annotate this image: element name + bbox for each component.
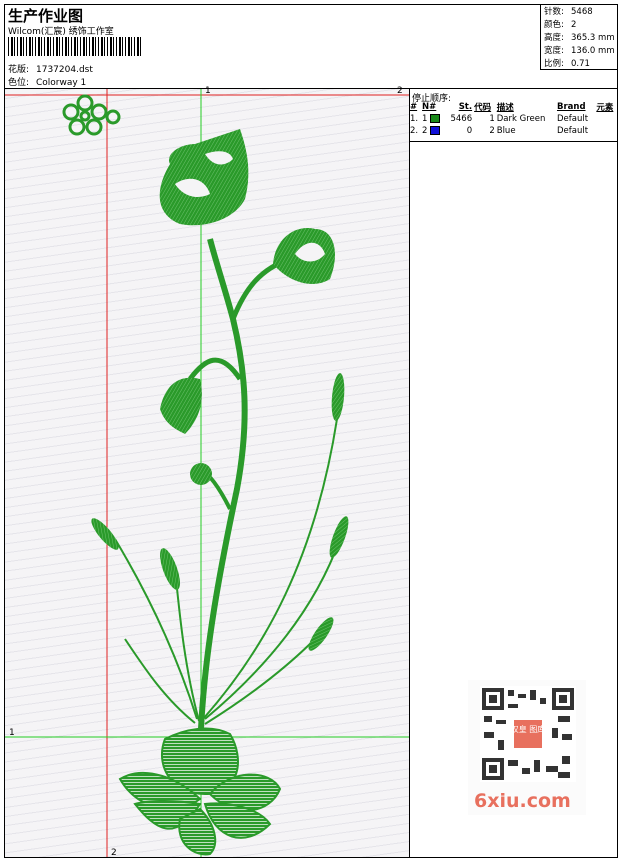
thread-desc: Blue — [496, 126, 516, 136]
design-canvas[interactable] — [5, 89, 410, 857]
thread-color-swatch — [430, 126, 441, 135]
height-value: 365.3 mm — [571, 33, 615, 43]
leaf-5 — [160, 548, 180, 590]
guide-label-top-right: 2 — [397, 86, 403, 96]
thread-index: 2. — [410, 126, 419, 136]
thread-row[interactable]: 1. 1 5466 1 Dark Green Default — [409, 113, 618, 125]
design-stats: 针数: 5468 颜色: 2 高度: 365.3 mm 宽度: 136.0 mm 比例:… — [540, 4, 618, 70]
thread-element — [595, 125, 618, 137]
thread-row[interactable]: 2. 2 0 2 Blue Default — [409, 125, 618, 137]
grass-stem-4 — [114, 538, 198, 720]
embroidery-design — [5, 89, 409, 857]
left-bud — [160, 377, 202, 434]
guide-label-bottom: 2 — [111, 848, 117, 858]
qr-badge-text: 汉皇 图库 — [511, 724, 546, 734]
thread-element — [595, 113, 618, 125]
barcode — [8, 37, 143, 56]
stitches-value: 5468 — [571, 7, 593, 17]
thread-stitches: 5466 — [450, 114, 473, 124]
height-label: 高度: — [544, 33, 564, 43]
thread-desc: Dark Green — [496, 114, 546, 124]
thread-brand: Default — [556, 126, 589, 136]
colorway-label: 色位: — [8, 78, 30, 88]
col-num: # — [410, 102, 418, 112]
design-file-value: 1737204.dst — [36, 65, 93, 75]
guide-label-left: 1 — [9, 728, 15, 738]
table-divider — [409, 141, 618, 142]
leaf-4 — [91, 518, 119, 550]
thread-needle: 2 — [421, 125, 445, 137]
col-brand: Brand — [556, 102, 586, 112]
bottom-flower — [118, 727, 282, 856]
colorway-value: Colorway 1 — [36, 78, 87, 88]
leaf-2 — [329, 516, 349, 558]
col-desc: 描述 — [496, 103, 514, 113]
design-file-row: 花版: 1737204.dst — [8, 62, 93, 75]
grass-stem-3 — [204, 638, 316, 725]
thread-code: 1 — [489, 114, 495, 124]
page-title: 生产作业图 — [8, 7, 84, 25]
col-n: N# — [422, 102, 437, 112]
small-bud — [190, 463, 212, 485]
leaf-3 — [308, 617, 334, 651]
stem-left-bud — [188, 357, 243, 381]
stitches-label: 针数: — [544, 7, 564, 17]
thread-index: 1. — [410, 114, 419, 124]
thread-table-header: # N# St. 代码 描述 Brand 元素 — [409, 101, 618, 113]
thread-color-swatch — [430, 114, 441, 123]
watermark-text: 6xiu.com — [474, 790, 571, 812]
scale-value: 0.71 — [571, 59, 590, 69]
thread-stitches: 0 — [466, 126, 473, 136]
colorway-row: 色位: Colorway 1 — [8, 75, 86, 88]
scale-label: 比例: — [544, 59, 564, 69]
width-label: 宽度: — [544, 46, 564, 56]
grass-stem-5 — [174, 568, 200, 722]
small-flower-motif — [62, 94, 121, 136]
studio-name: Wilcom(汇宸) 绣饰工作室 — [8, 27, 114, 37]
leaf-1 — [331, 373, 345, 421]
qr-code-icon: 汉皇 图库 — [480, 686, 576, 782]
colors-value: 2 — [571, 20, 577, 30]
thread-brand: Default — [556, 114, 589, 124]
thread-table: # N# St. 代码 描述 Brand 元素 1. 1 5466 1 Dark… — [409, 101, 618, 137]
thread-code: 2 — [489, 126, 495, 136]
thread-needle: 1 — [421, 113, 445, 125]
col-code: 代码 — [474, 103, 492, 113]
guide-label-top: 1 — [205, 86, 211, 96]
width-value: 136.0 mm — [571, 46, 615, 56]
col-stitches: St. — [458, 102, 473, 112]
design-label: 花版: — [8, 65, 30, 75]
colors-label: 颜色: — [544, 20, 564, 30]
top-flower — [159, 129, 249, 226]
col-element: 元素 — [596, 103, 614, 113]
